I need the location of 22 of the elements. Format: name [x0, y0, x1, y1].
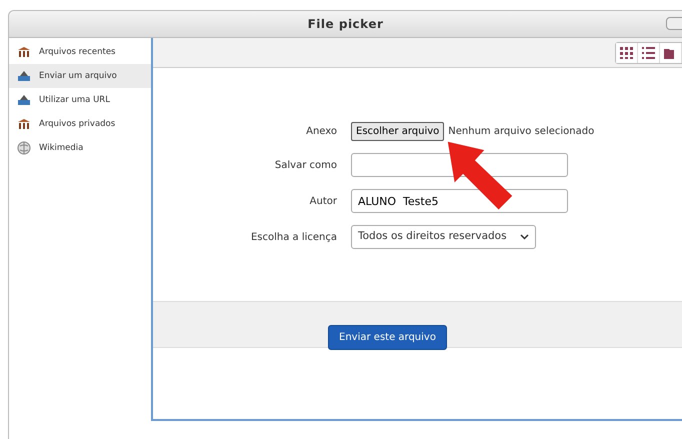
- window-title: File picker: [308, 16, 384, 33]
- choose-file-button[interactable]: Escolher arquivo: [351, 122, 444, 141]
- sidebar-item[interactable]: Arquivos privados: [9, 112, 151, 136]
- license-select[interactable]: Todos os direitos reservados: [351, 225, 536, 249]
- sidebar-item[interactable]: Arquivos recentes: [9, 40, 151, 64]
- sidebar-item[interactable]: Wikimedia: [9, 136, 151, 160]
- file-status: Nenhum arquivo selecionado: [448, 125, 594, 139]
- submit-button[interactable]: Enviar este arquivo: [328, 325, 447, 350]
- sidebar-item[interactable]: Utilizar uma URL: [9, 88, 151, 112]
- grid-view-icon[interactable]: [616, 42, 638, 62]
- globe-icon: [17, 141, 31, 155]
- field-label: Salvar como: [274, 158, 338, 172]
- field-label: Escolha a licença: [250, 230, 338, 244]
- caret-icon: [520, 234, 529, 240]
- sidebar-item[interactable]: Enviar um arquivo: [9, 64, 151, 88]
- repository-icon: [17, 46, 31, 58]
- upload-icon: [17, 94, 31, 106]
- input-field[interactable]: ALUNO Teste5: [351, 189, 568, 213]
- upload-icon: [17, 70, 31, 82]
- repository-icon: [17, 118, 31, 130]
- field-label: Autor: [308, 194, 338, 208]
- field-label: Anexo: [305, 125, 338, 139]
